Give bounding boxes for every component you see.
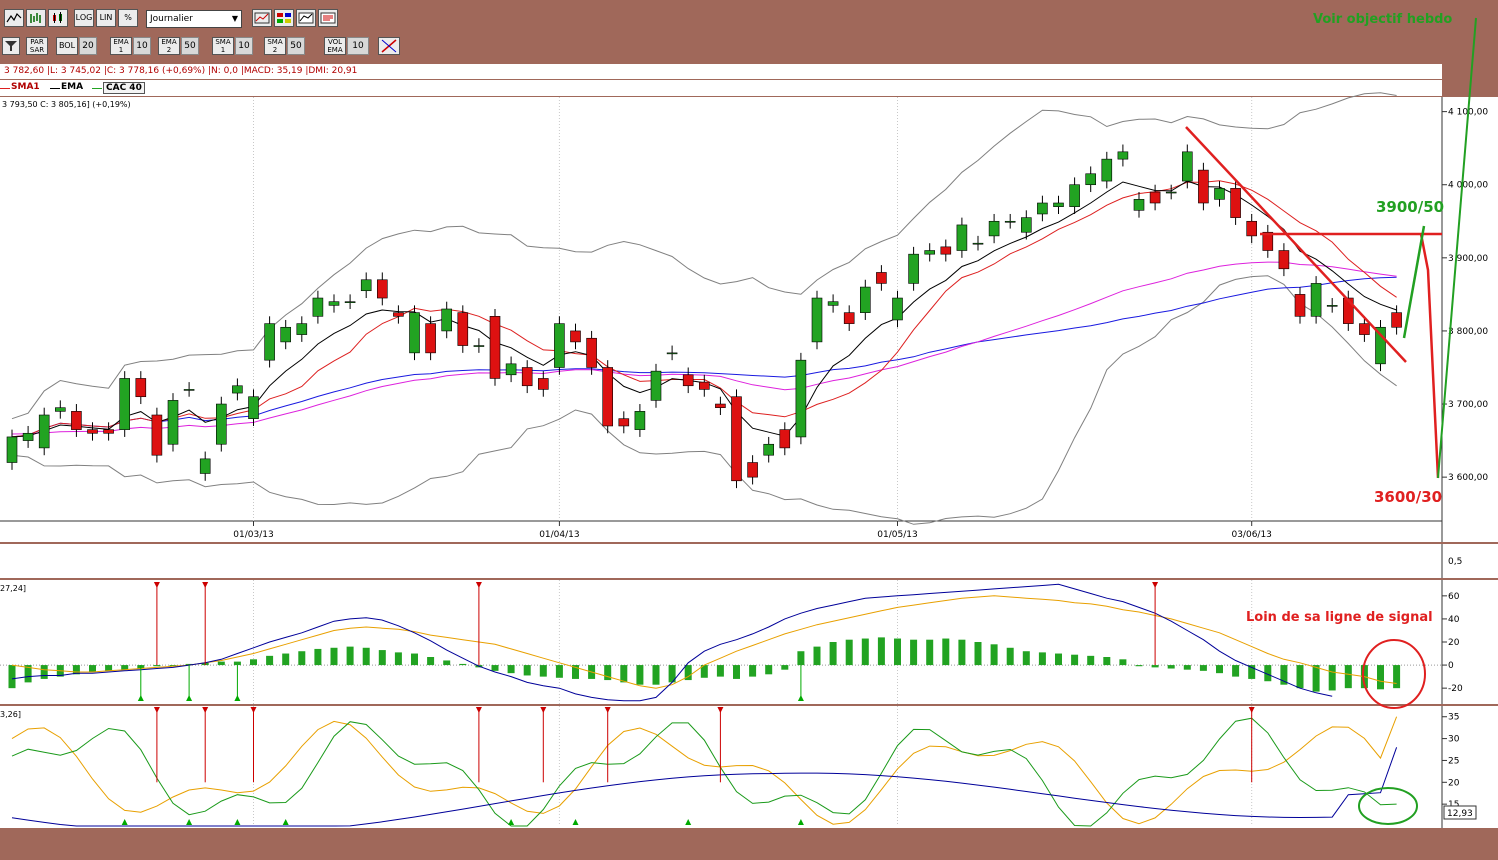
bar-chart-button[interactable] [26, 9, 46, 27]
bollinger-period-field[interactable]: 20 [79, 37, 97, 55]
legend-ema-swatch [50, 88, 60, 89]
bollinger-button[interactable]: BOL [56, 37, 78, 55]
news-button[interactable] [318, 9, 338, 27]
legend-sma1-label: SMA1 [11, 82, 40, 92]
dmi-panel[interactable] [0, 706, 1498, 828]
volume-ema-button[interactable]: VOL EMA [324, 37, 346, 55]
legend-row: SMA1 EMA CAC 40 [0, 80, 1442, 96]
colors-button[interactable] [274, 9, 294, 27]
log-scale-button[interactable]: LOG [74, 9, 94, 27]
par-sar-button[interactable]: PAR SAR [26, 37, 48, 55]
macd-panel[interactable] [0, 580, 1498, 704]
trendline-icon [381, 39, 397, 53]
line-chart-button[interactable] [4, 9, 24, 27]
percent-scale-button[interactable]: % [118, 9, 138, 27]
line-chart-icon [6, 12, 22, 23]
compare-chart-icon [298, 12, 314, 24]
linear-scale-button[interactable]: LIN [96, 9, 116, 27]
macd-readout: 27,24] [0, 584, 27, 593]
period-select[interactable]: Journalier ▼ [146, 10, 242, 28]
chart-settings-icon [254, 12, 270, 24]
info-row-ohlc: 3 782,60 |L: 3 745,02 |C: 3 778,16 (+0,6… [0, 64, 1442, 79]
price-panel[interactable] [0, 97, 1498, 542]
period-select-value: Journalier [150, 14, 193, 24]
ohlc-bars-icon [30, 13, 41, 23]
legend-cac-swatch [92, 88, 102, 89]
chart-options-button[interactable] [252, 9, 272, 27]
separator-panel [0, 544, 1498, 578]
news-icon [320, 12, 336, 24]
chevron-down-icon: ▼ [231, 14, 238, 23]
price-readout: 3 793,50 C: 3 805,16] (+0,19%) [2, 100, 131, 109]
ema2-button[interactable]: EMA 2 [158, 37, 180, 55]
volume-ema-period-field[interactable]: 10 [347, 37, 369, 55]
toolbar-indicators: PAR SAR BOL 20 EMA 1 10 EMA 2 50 SMA 1 1… [0, 34, 1498, 58]
ema1-button[interactable]: EMA 1 [110, 37, 132, 55]
drawing-tools-button[interactable] [378, 37, 400, 55]
legend-sma1-swatch [0, 88, 10, 89]
ema2-period-field[interactable]: 50 [181, 37, 199, 55]
ema1-period-field[interactable]: 10 [133, 37, 151, 55]
legend-cac-label: CAC 40 [103, 82, 145, 94]
palette-icon [277, 13, 291, 23]
compare-button[interactable] [296, 9, 316, 27]
sma1-button[interactable]: SMA 1 [212, 37, 234, 55]
volume-filter-button[interactable] [2, 37, 20, 55]
sma2-period-field[interactable]: 50 [287, 37, 305, 55]
sma2-button[interactable]: SMA 2 [264, 37, 286, 55]
ohlc-readout: 3 782,60 |L: 3 745,02 |C: 3 778,16 (+0,6… [4, 66, 358, 76]
funnel-icon [5, 41, 17, 51]
sma1-period-field[interactable]: 10 [235, 37, 253, 55]
candlestick-icon [53, 12, 62, 23]
candle-chart-button[interactable] [48, 9, 68, 27]
dmi-readout: 3,26] [0, 710, 21, 719]
legend-ema-label: EMA [61, 82, 84, 92]
toolbar-top: LOG LIN % Journalier ▼ [0, 6, 1498, 30]
